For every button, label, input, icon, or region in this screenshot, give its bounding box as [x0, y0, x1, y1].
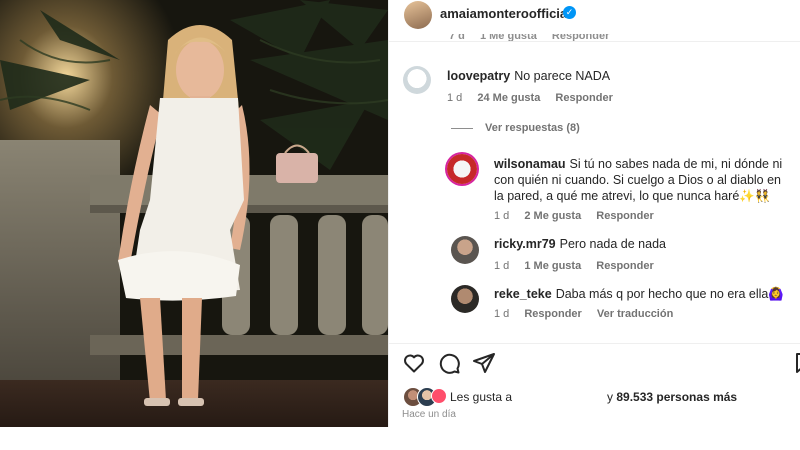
translate-button[interactable]: Ver traducción: [597, 308, 673, 320]
clipped-comment-meta: 7 d 1 Me gusta Responder: [449, 34, 621, 44]
photo-illustration: [0, 0, 388, 427]
comment-age: 1 d: [447, 92, 463, 104]
likes-count-text[interactable]: y 89.533 personas más: [607, 390, 737, 404]
likes-summary: Les gusta a y 89.533 personas más: [403, 387, 800, 407]
commenter-username[interactable]: wilsonamau: [494, 157, 566, 171]
comment-age: 1 d: [494, 260, 510, 272]
comment-meta: 1 d Responder Ver traducción: [494, 308, 685, 320]
post-timestamp: Hace un día: [402, 409, 456, 420]
likes-y: y: [607, 390, 613, 404]
comments-pane: amaiamonteroofficial ✓ 7 d 1 Me gusta Re…: [389, 0, 800, 427]
comment-text-block: loovepatry No parece NADA: [447, 68, 610, 84]
commenter-avatar[interactable]: [403, 66, 431, 94]
verified-badge-icon: ✓: [563, 6, 576, 19]
comment-age: 1 d: [494, 308, 510, 320]
comment-meta: 1 d 2 Me gusta Responder: [494, 210, 666, 222]
comment-text-block: reke_teke Daba más q por hecho que no era…: [494, 286, 784, 302]
comment-text: Pero nada de nada: [559, 237, 666, 251]
comment-text-block: ricky.mr79 Pero nada de nada: [494, 236, 666, 252]
bookmark-icon[interactable]: [792, 351, 800, 375]
comment-age: 1 d: [494, 210, 510, 222]
reply-button[interactable]: Responder: [596, 210, 653, 222]
header-divider: [389, 41, 800, 42]
view-replies-button[interactable]: Ver respuestas (8): [451, 122, 580, 134]
commenter-username[interactable]: ricky.mr79: [494, 237, 556, 251]
reply-button[interactable]: Responder: [524, 308, 581, 320]
post-header: amaiamonteroofficial ✓: [389, 0, 800, 30]
comment-likes[interactable]: 2 Me gusta: [524, 210, 581, 222]
post-photo: [0, 0, 388, 427]
comment-icon[interactable]: [437, 351, 461, 375]
comment-text: No parece NADA: [514, 69, 611, 83]
commenter-avatar[interactable]: [451, 285, 479, 313]
likes-count[interactable]: 89.533 personas más: [616, 390, 737, 404]
comment-meta: 1 d 1 Me gusta Responder: [494, 260, 666, 272]
reply-button[interactable]: Responder: [555, 92, 612, 104]
commenter-username[interactable]: loovepatry: [447, 69, 510, 83]
comment-text: Daba más q por hecho que no era ella🙆‍♀️: [555, 287, 784, 301]
author-username[interactable]: amaiamonteroofficial: [440, 6, 571, 21]
comment-text-block: wilsonamau Si tú no sabes nada de mi, ni …: [494, 156, 790, 204]
commenter-avatar[interactable]: [447, 154, 477, 184]
page-bottom-margin: [0, 427, 800, 450]
author-avatar[interactable]: [404, 1, 432, 29]
comment-meta: 1 d 24 Me gusta Responder: [447, 92, 625, 104]
replies-line: [451, 127, 473, 129]
heart-badge-icon: [431, 388, 447, 404]
commenter-username[interactable]: reke_teke: [494, 287, 552, 301]
likes-prefix: Les gusta a: [450, 390, 513, 404]
view-replies-label: Ver respuestas (8): [485, 122, 580, 134]
comment-likes[interactable]: 1 Me gusta: [524, 260, 581, 272]
comment-likes[interactable]: 24 Me gusta: [477, 92, 540, 104]
heart-icon[interactable]: [402, 351, 426, 375]
commenter-avatar[interactable]: [451, 236, 479, 264]
actions-divider: [389, 343, 800, 344]
reply-button[interactable]: Responder: [596, 260, 653, 272]
share-icon[interactable]: [472, 351, 496, 375]
